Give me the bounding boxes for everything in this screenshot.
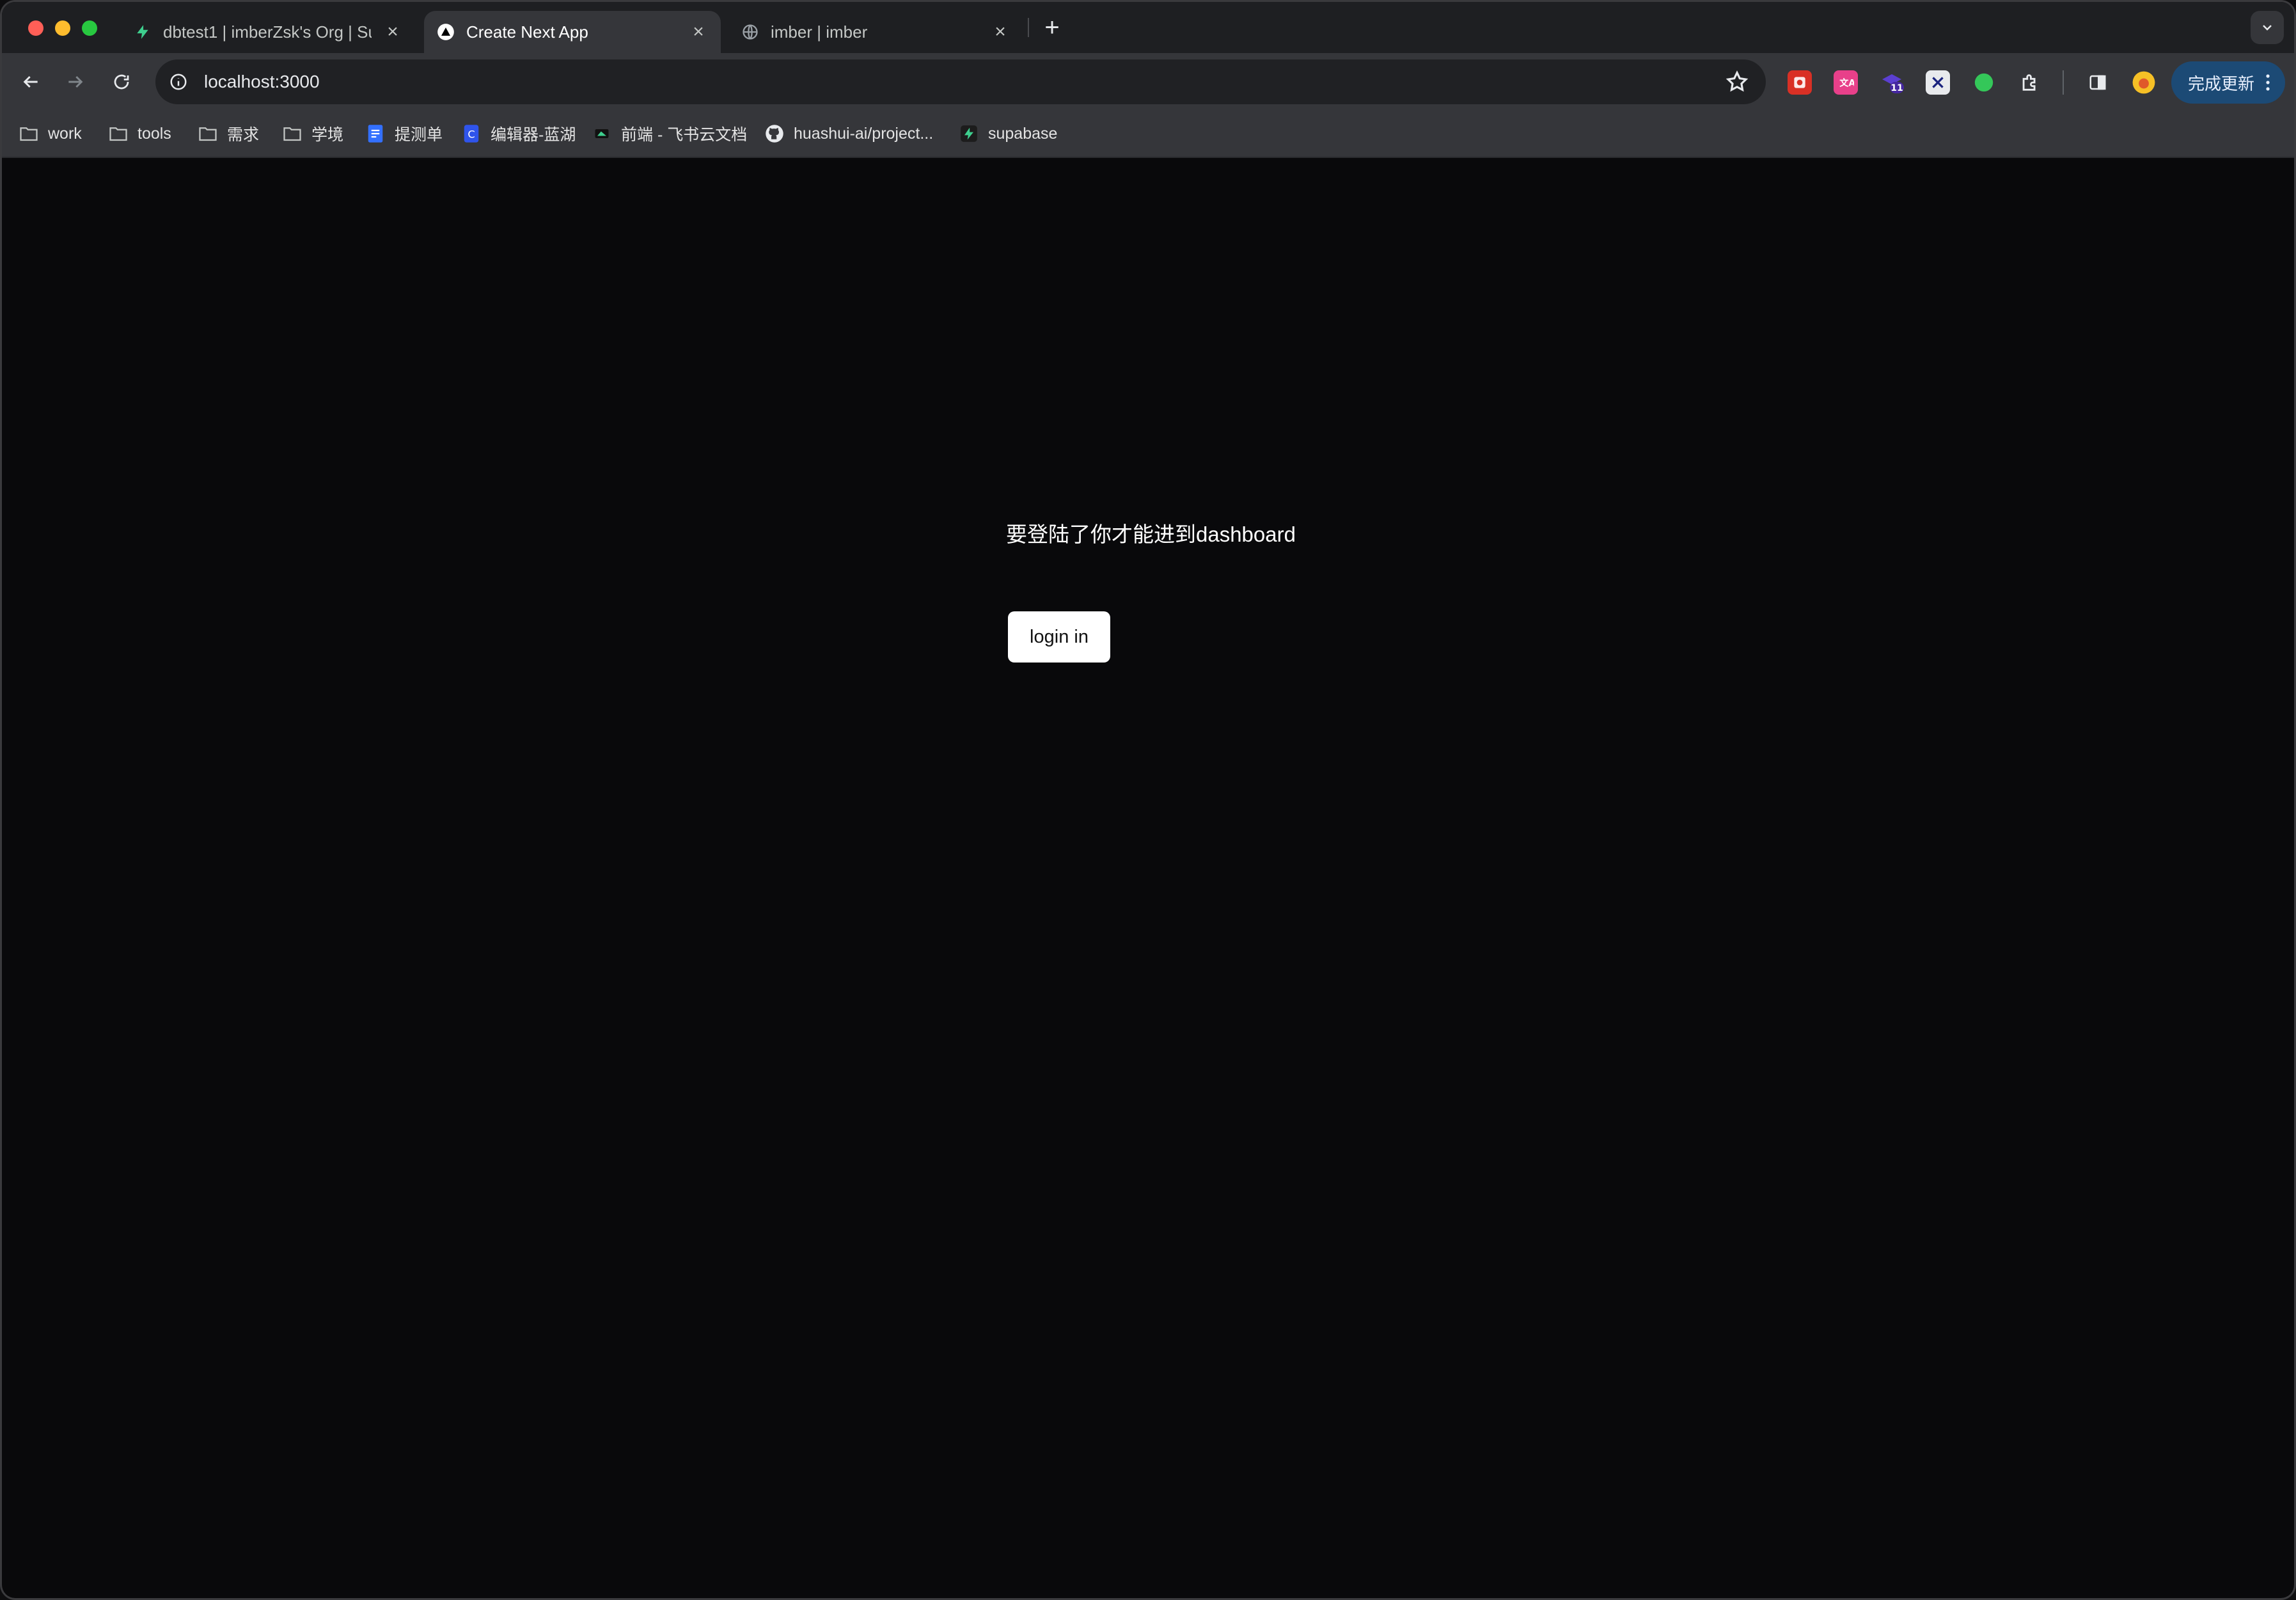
toolbar-separator	[2063, 70, 2064, 95]
profile-avatar[interactable]	[2132, 70, 2156, 95]
tab-title: Create Next App	[466, 22, 588, 42]
forward-button[interactable]	[58, 65, 93, 99]
forward-arrow-icon	[68, 75, 83, 88]
bookmark-requirements[interactable]: 需求	[198, 121, 259, 146]
login-button[interactable]: login in	[1008, 611, 1110, 663]
window-minimize-button[interactable]	[55, 20, 70, 36]
update-button-label: 完成更新	[2188, 74, 2255, 93]
chevron-down-icon	[2263, 25, 2272, 31]
extension-badge-count: 11	[1891, 83, 1903, 93]
github-icon	[764, 123, 785, 144]
doc-icon	[365, 123, 386, 144]
lanhu-icon: C	[461, 123, 482, 144]
folder-icon	[282, 123, 303, 144]
bookmark-label: 编辑器-蓝湖	[491, 126, 576, 144]
tab-supabase[interactable]: dbtest1 | imberZsk's Org | Supabase ×	[121, 11, 415, 53]
bookmark-label: work	[48, 124, 82, 143]
bookmark-label: 提测单	[395, 126, 443, 144]
bookmark-work[interactable]: work	[19, 121, 82, 146]
update-button[interactable]: 完成更新	[2171, 61, 2285, 104]
window-close-button[interactable]	[28, 20, 43, 36]
bookmark-feishu[interactable]: 前端 - 飞书云文档	[592, 121, 747, 146]
bookmark-star-icon[interactable]	[1725, 70, 1749, 94]
new-tab-button[interactable]: +	[1039, 13, 1065, 42]
folder-icon	[198, 123, 218, 144]
close-icon[interactable]: ×	[383, 21, 402, 42]
bookmark-label: 前端 - 飞书云文档	[621, 126, 748, 144]
extensions-puzzle-icon[interactable]	[2018, 70, 2042, 95]
svg-text:文A: 文A	[1839, 77, 1854, 88]
feishu-icon	[592, 123, 612, 144]
extension-green-circle-icon[interactable]	[1972, 70, 1996, 95]
window-maximize-button[interactable]	[82, 20, 97, 36]
nextjs-icon	[437, 23, 455, 41]
folder-icon	[108, 123, 129, 144]
side-panel-icon[interactable]	[2086, 70, 2110, 95]
bookmark-label: supabase	[988, 124, 1058, 143]
svg-text:C: C	[468, 128, 475, 140]
close-icon[interactable]: ×	[689, 21, 708, 42]
close-icon[interactable]: ×	[991, 21, 1010, 42]
supabase-icon	[134, 23, 152, 41]
reload-icon	[114, 74, 129, 90]
tab-imber[interactable]: imber | imber ×	[728, 11, 1023, 53]
extension-translate-icon[interactable]: 文A	[1834, 70, 1858, 95]
tab-title: imber | imber	[771, 22, 868, 42]
back-button[interactable]	[13, 65, 48, 99]
globe-icon	[741, 23, 759, 41]
bookmark-label: huashui-ai/project...	[794, 124, 934, 143]
bookmark-tools[interactable]: tools	[108, 121, 171, 146]
bookmark-label: 需求	[227, 126, 260, 144]
bookmark-test-ticket[interactable]: 提测单	[365, 121, 443, 146]
folder-icon	[19, 123, 39, 144]
browser-window: dbtest1 | imberZsk's Org | Supabase × Cr…	[0, 0, 2296, 1600]
bookmark-github[interactable]: huashui-ai/project...	[764, 121, 933, 146]
bookmark-xuejing[interactable]: 学境	[282, 121, 343, 146]
bookmark-label: 学境	[311, 126, 344, 144]
tab-strip: dbtest1 | imberZsk's Org | Supabase × Cr…	[2, 2, 2294, 53]
address-bar[interactable]: localhost:3000	[155, 59, 1766, 104]
extension-badge-icon[interactable]: 11	[1880, 70, 1904, 95]
bookmark-label: tools	[138, 124, 171, 143]
bookmark-lanhu[interactable]: C 编辑器-蓝湖	[461, 121, 576, 146]
tab-create-next-app[interactable]: Create Next App ×	[424, 11, 721, 53]
back-arrow-icon	[23, 75, 38, 88]
reload-button[interactable]	[104, 65, 139, 99]
supabase-icon	[959, 123, 979, 144]
toolbar: localhost:3000	[2, 53, 2294, 111]
extension-x-icon[interactable]	[1926, 70, 1950, 95]
bookmarks-bar: work tools 需求 学境 提测单 C 编辑器-蓝湖 前端 - 飞书云文档	[2, 111, 2294, 158]
more-menu-icon	[2266, 74, 2270, 91]
site-info-icon[interactable]	[167, 70, 190, 93]
bookmark-supabase[interactable]: supabase	[959, 121, 1057, 146]
url-text[interactable]: localhost:3000	[204, 72, 320, 92]
tab-search-button[interactable]	[2251, 11, 2284, 44]
login-required-message: 要登陆了你才能进到dashboard	[1006, 522, 1296, 546]
page-content	[4, 158, 2292, 1596]
tab-separator	[1028, 18, 1029, 37]
extension-red-icon[interactable]	[1788, 70, 1812, 95]
tab-title: dbtest1 | imberZsk's Org | Supabase	[163, 22, 372, 42]
